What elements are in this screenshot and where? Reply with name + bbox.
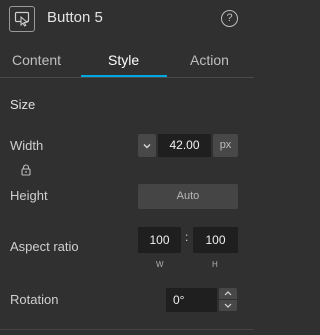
tab-style[interactable]: Style <box>108 52 139 68</box>
width-mode-dropdown[interactable] <box>138 134 156 157</box>
height-label: Height <box>10 188 48 203</box>
rotation-decrement-button[interactable] <box>219 300 237 311</box>
chevron-down-icon <box>143 143 151 148</box>
button-widget-icon <box>9 6 35 32</box>
bottom-divider <box>0 329 254 330</box>
aspect-width-input[interactable]: 100 <box>138 227 181 253</box>
aspect-height-input[interactable]: 100 <box>193 227 238 253</box>
width-label: Width <box>10 138 44 153</box>
rotation-input[interactable]: 0° <box>166 288 217 312</box>
active-tab-indicator <box>81 75 167 77</box>
aspect-w-label: W <box>156 260 164 269</box>
width-input[interactable]: 42.00 <box>158 134 211 157</box>
width-unit-button[interactable]: px <box>213 134 238 157</box>
tab-action[interactable]: Action <box>190 52 229 68</box>
aspect-h-label: H <box>212 260 218 269</box>
tab-content[interactable]: Content <box>12 52 61 68</box>
chevron-down-icon <box>224 303 232 308</box>
panel-header: Button 5 ? <box>0 0 254 37</box>
panel-title: Button 5 <box>47 9 103 26</box>
section-title-size: Size <box>10 97 36 112</box>
rotation-increment-button[interactable] <box>219 288 237 299</box>
height-auto-button[interactable]: Auto <box>138 184 238 209</box>
help-icon[interactable]: ? <box>221 10 238 27</box>
rotation-label: Rotation <box>10 292 59 307</box>
aspect-separator: : <box>185 230 189 244</box>
chevron-up-icon <box>224 291 232 296</box>
rotation-stepper <box>219 288 237 312</box>
tab-bar: Content Style Action <box>0 43 254 78</box>
lock-icon[interactable] <box>21 164 31 176</box>
aspect-ratio-label: Aspect ratio <box>10 239 79 254</box>
style-panel: Button 5 ? Content Style Action Size Wid… <box>0 0 254 335</box>
